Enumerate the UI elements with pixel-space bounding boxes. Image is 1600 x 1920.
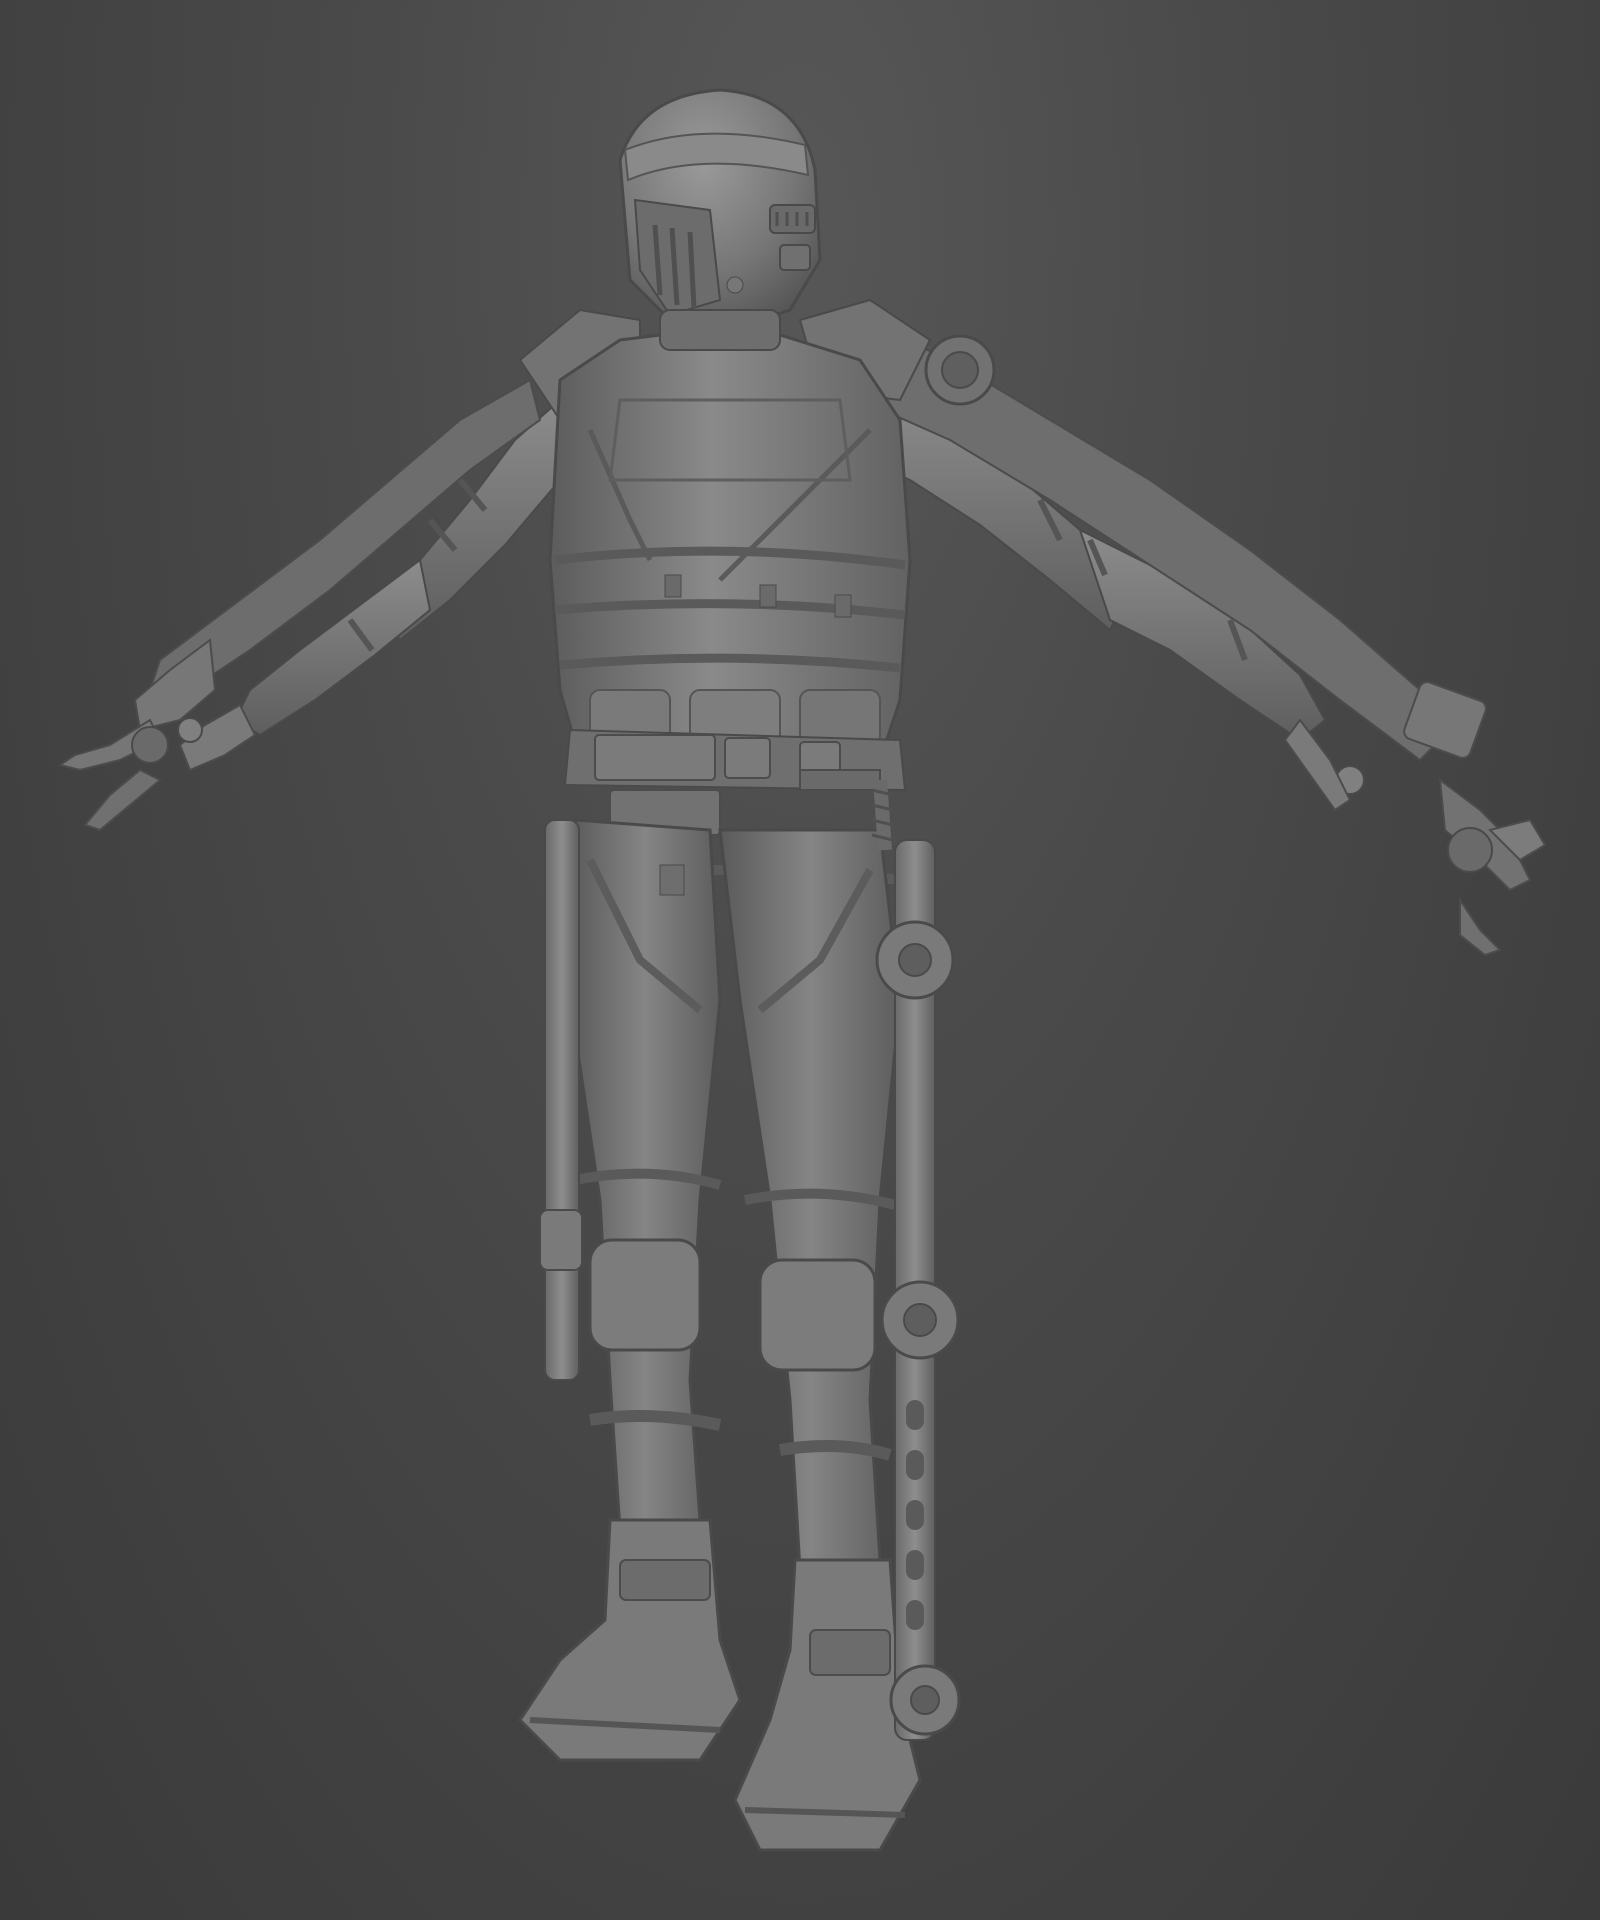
right-arm [843, 318, 1547, 957]
model-render [57, 88, 1547, 1852]
left-leg [518, 818, 742, 1762]
helmet [618, 88, 822, 351]
torso [548, 328, 912, 762]
right-leg [718, 779, 961, 1852]
render-viewport [0, 0, 1600, 1920]
left-arm [57, 378, 561, 832]
